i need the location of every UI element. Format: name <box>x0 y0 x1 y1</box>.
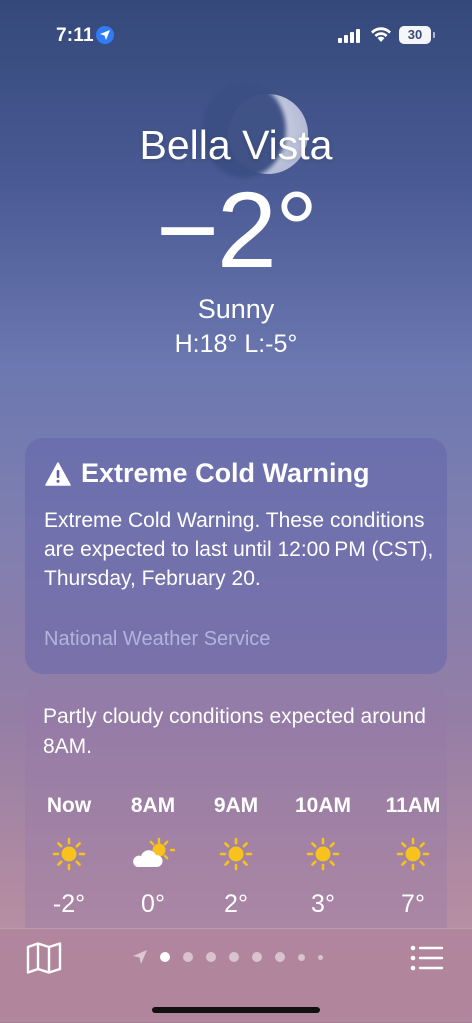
location-services-icon <box>96 26 114 44</box>
warning-triangle-icon <box>45 461 71 486</box>
hourly-forecast-card[interactable]: Partly cloudy conditions expected around… <box>25 686 447 946</box>
wifi-icon <box>369 25 393 48</box>
sun-icon <box>201 836 271 872</box>
hourly-item: 8AM 0° <box>118 794 188 919</box>
map-icon <box>26 942 62 974</box>
map-button[interactable] <box>26 942 62 979</box>
hourly-item: 11AM 7° <box>378 794 448 919</box>
partly-cloudy-icon <box>118 836 188 872</box>
status-bar: 7:11 30 <box>0 0 472 60</box>
alert-description: Extreme Cold Warning. These conditions a… <box>44 509 434 590</box>
alert-heading: Extreme Cold Warning <box>45 458 370 489</box>
high-low-temperature: H:18° L:-5° <box>174 330 298 358</box>
city-name: Bella Vista <box>139 122 333 168</box>
severe-weather-alert-card[interactable]: Extreme Cold Warning Extreme Cold Warnin… <box>25 438 447 674</box>
home-indicator[interactable] <box>152 1007 320 1013</box>
battery-cap <box>433 32 435 38</box>
page-dot[interactable] <box>298 953 305 961</box>
hour-temperature: 2° <box>224 890 248 918</box>
current-condition: Sunny <box>197 294 275 324</box>
page-indicator[interactable] <box>132 947 336 967</box>
list-icon <box>410 945 444 971</box>
page-dot[interactable] <box>275 952 285 962</box>
hour-label: 8AM <box>130 794 176 817</box>
sun-icon <box>288 836 358 872</box>
hourly-item: 9AM 2° <box>201 794 271 919</box>
page-dot[interactable] <box>252 952 262 962</box>
alert-title: Extreme Cold Warning <box>81 458 370 488</box>
alert-source[interactable]: National Weather Service <box>44 628 270 651</box>
page-dot[interactable] <box>183 952 193 962</box>
hour-label: 10AM <box>294 794 352 817</box>
hour-temperature: 3° <box>311 890 335 918</box>
hour-temperature: 0° <box>141 890 165 918</box>
page-dot-active[interactable] <box>160 952 170 962</box>
current-temperature: −2° <box>155 169 318 290</box>
hour-temperature: 7° <box>401 890 425 918</box>
hour-label: Now <box>46 794 92 817</box>
hour-temperature: -2° <box>52 890 86 918</box>
hourly-item: Now -2° <box>34 794 104 919</box>
sun-icon <box>378 836 448 872</box>
current-location-icon <box>133 950 147 964</box>
sun-icon <box>34 836 104 872</box>
battery-icon: 30 <box>399 26 431 44</box>
city-list-button[interactable] <box>410 945 444 976</box>
status-time: 7:11 <box>56 25 94 46</box>
page-dot[interactable] <box>206 952 216 962</box>
hour-label: 9AM <box>213 794 259 817</box>
hour-label: 11AM <box>385 794 441 817</box>
page-dot[interactable] <box>318 954 323 960</box>
page-dot[interactable] <box>229 952 239 962</box>
hourly-item: 10AM 3° <box>288 794 358 919</box>
hourly-summary: Partly cloudy conditions expected around… <box>43 705 426 758</box>
cellular-signal-icon <box>338 28 362 43</box>
